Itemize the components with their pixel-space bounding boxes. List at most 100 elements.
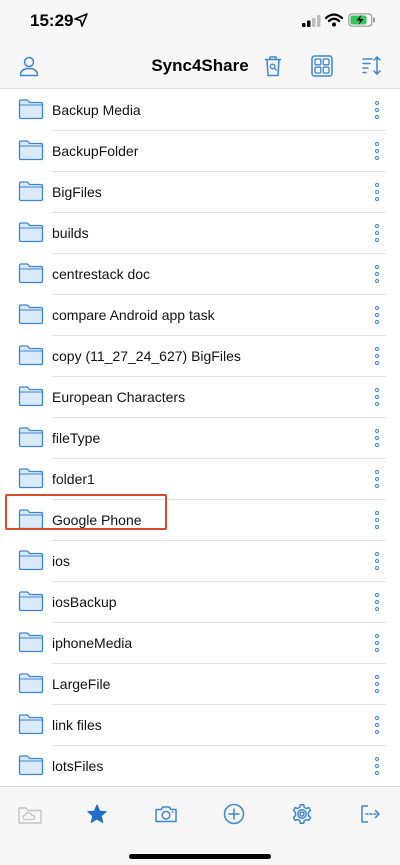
- more-dot-icon: [375, 764, 379, 768]
- more-dot-icon: [375, 675, 379, 679]
- more-options-button[interactable]: [368, 627, 386, 659]
- tab-bar: [0, 786, 400, 865]
- folder-row[interactable]: lotsFiles: [0, 746, 400, 786]
- more-options-button[interactable]: [368, 586, 386, 618]
- settings-icon: [292, 804, 312, 824]
- more-dot-icon: [375, 306, 379, 310]
- trash-button[interactable]: [259, 52, 287, 80]
- folder-icon: [18, 714, 44, 735]
- more-dot-icon: [375, 518, 379, 522]
- more-options-button[interactable]: [368, 340, 386, 372]
- grid-view-button[interactable]: [308, 52, 336, 80]
- more-dot-icon: [375, 689, 379, 693]
- more-dot-icon: [375, 716, 379, 720]
- more-dot-icon: [375, 525, 379, 529]
- tab-settings[interactable]: [287, 801, 317, 827]
- folder-row[interactable]: BigFiles: [0, 172, 400, 213]
- more-options-button[interactable]: [368, 176, 386, 208]
- folder-row[interactable]: Google Phone: [0, 500, 400, 541]
- folder-icon: [18, 591, 44, 612]
- more-dot-icon: [375, 757, 379, 761]
- grid-view-icon: [311, 55, 333, 77]
- folder-row[interactable]: copy (11_27_24_627) BigFiles: [0, 336, 400, 377]
- folder-icon: [18, 468, 44, 489]
- more-dot-icon: [375, 429, 379, 433]
- more-options-button[interactable]: [368, 217, 386, 249]
- more-dot-icon: [375, 648, 379, 652]
- cloud-icon: [18, 807, 42, 824]
- folder-icon: [18, 99, 44, 120]
- folder-row[interactable]: centrestack doc: [0, 254, 400, 295]
- more-dot-icon: [375, 723, 379, 727]
- more-options-button[interactable]: [368, 545, 386, 577]
- folder-row[interactable]: iphoneMedia: [0, 623, 400, 664]
- more-dot-icon: [375, 593, 379, 597]
- folder-row[interactable]: folder1: [0, 459, 400, 500]
- tab-camera[interactable]: [151, 801, 181, 827]
- more-dot-icon: [375, 607, 379, 611]
- more-dot-icon: [375, 183, 379, 187]
- more-options-button[interactable]: [368, 258, 386, 290]
- location-arrow-icon: [74, 13, 88, 27]
- folder-row[interactable]: BackupFolder: [0, 131, 400, 172]
- folder-row[interactable]: builds: [0, 213, 400, 254]
- more-dot-icon: [375, 484, 379, 488]
- more-options-button[interactable]: [368, 94, 386, 126]
- more-dot-icon: [375, 730, 379, 734]
- more-dot-icon: [375, 197, 379, 201]
- folder-name: LargeFile: [52, 676, 111, 692]
- more-dot-icon: [375, 559, 379, 563]
- folder-name: builds: [52, 225, 89, 241]
- folder-name: folder1: [52, 471, 95, 487]
- app-screen: 15:29 Sync4Share Backup Media BackupFold…: [0, 0, 400, 865]
- folder-row[interactable]: link files: [0, 705, 400, 746]
- more-options-button[interactable]: [368, 709, 386, 741]
- tab-logout[interactable]: [355, 801, 385, 827]
- folder-row[interactable]: compare Android app task: [0, 295, 400, 336]
- folder-icon: [18, 304, 44, 325]
- folder-row[interactable]: Backup Media: [0, 90, 400, 131]
- folder-icon: [18, 345, 44, 366]
- more-dot-icon: [375, 115, 379, 119]
- tab-favorites[interactable]: [82, 801, 112, 827]
- more-dot-icon: [375, 190, 379, 194]
- tab-cloud[interactable]: [15, 801, 45, 827]
- folder-row[interactable]: ios: [0, 541, 400, 582]
- folder-name: fileType: [52, 430, 101, 446]
- battery-charging-icon: [348, 13, 375, 27]
- folder-icon: [18, 509, 44, 530]
- more-dot-icon: [375, 600, 379, 604]
- folder-icon: [18, 632, 44, 653]
- folder-icon: [18, 222, 44, 243]
- sort-button[interactable]: [358, 52, 386, 80]
- folder-name: BackupFolder: [52, 143, 139, 159]
- more-options-button[interactable]: [368, 422, 386, 454]
- more-options-button[interactable]: [368, 299, 386, 331]
- more-options-button[interactable]: [368, 668, 386, 700]
- more-options-button[interactable]: [368, 463, 386, 495]
- folder-icon: [18, 386, 44, 407]
- more-dot-icon: [375, 552, 379, 556]
- more-options-button[interactable]: [368, 504, 386, 536]
- folder-row[interactable]: LargeFile: [0, 664, 400, 705]
- more-dot-icon: [375, 231, 379, 235]
- more-options-button[interactable]: [368, 750, 386, 782]
- more-dot-icon: [375, 388, 379, 392]
- folder-row[interactable]: iosBackup: [0, 582, 400, 623]
- folder-name: centrestack doc: [52, 266, 151, 282]
- more-options-button[interactable]: [368, 381, 386, 413]
- more-dot-icon: [375, 101, 379, 105]
- folder-name: ios: [52, 553, 70, 569]
- folder-row[interactable]: European Characters: [0, 377, 400, 418]
- folder-row[interactable]: fileType: [0, 418, 400, 459]
- tab-add[interactable]: [219, 801, 249, 827]
- more-dot-icon: [375, 142, 379, 146]
- add-icon: [223, 803, 245, 825]
- wifi-icon: [325, 13, 343, 27]
- status-bar: 15:29: [0, 0, 400, 44]
- more-dot-icon: [375, 279, 379, 283]
- folder-name: European Characters: [52, 389, 186, 405]
- more-dot-icon: [375, 682, 379, 686]
- more-options-button[interactable]: [368, 135, 386, 167]
- more-dot-icon: [375, 511, 379, 515]
